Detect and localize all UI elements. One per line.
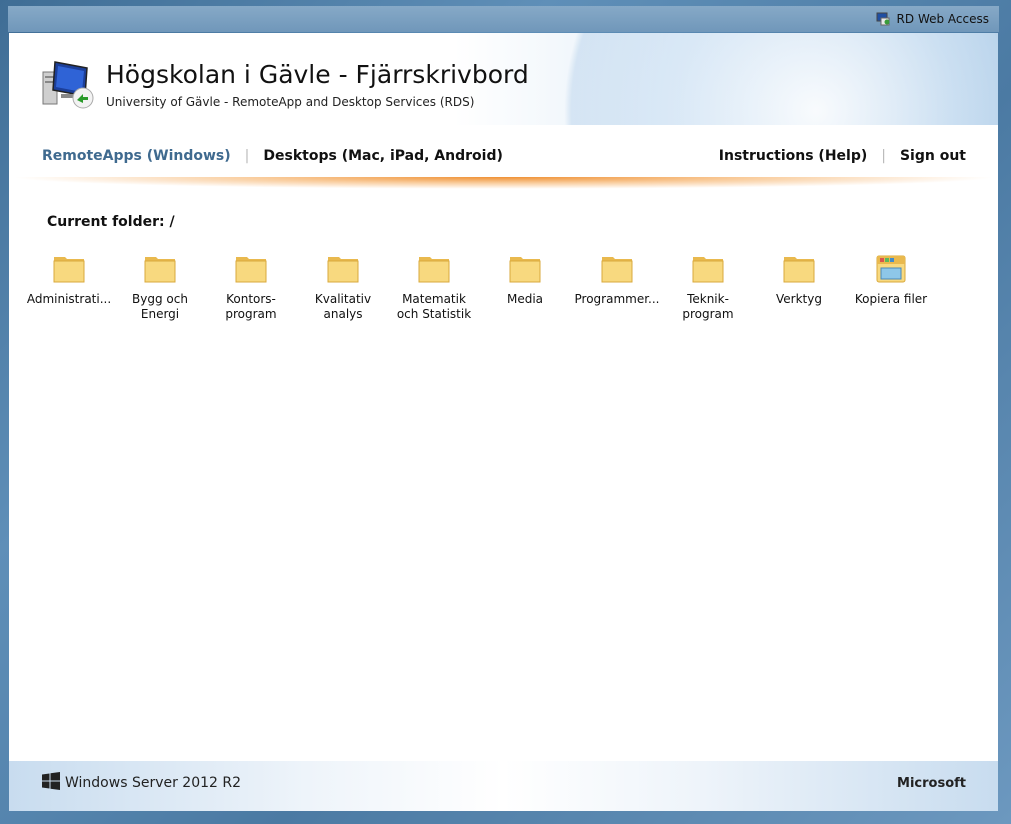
folder-label: Bygg och <box>132 292 188 306</box>
app-label: Kopiera filer <box>854 292 928 306</box>
sign-out-link[interactable]: Sign out <box>900 148 966 164</box>
folder-label: Administrati... <box>26 292 112 306</box>
microsoft-logo: Microsoft <box>897 776 966 791</box>
folder-item-teknik[interactable]: Teknik- program <box>663 252 753 322</box>
footer: Windows Server 2012 R2 Microsoft <box>9 761 998 811</box>
folder-item-matematik[interactable]: Matematik och Statistik <box>389 252 479 322</box>
main-window: Högskolan i Gävle - Fjärrskrivbord Unive… <box>9 33 998 811</box>
folder-label: Verktyg <box>776 292 822 306</box>
folder-label: analys <box>323 307 363 321</box>
nav-separator: | <box>881 148 886 164</box>
app-item-kopiera-filer[interactable]: Kopiera filer <box>846 252 936 307</box>
folder-label: program <box>682 307 734 321</box>
current-folder-label: Current folder: / <box>47 214 175 230</box>
folder-icon <box>601 252 633 284</box>
nav-left: RemoteApps (Windows) | Desktops (Mac, iPad… <box>42 148 503 164</box>
folder-label: och Statistik <box>396 307 472 321</box>
folder-label: program <box>225 307 277 321</box>
folder-icon <box>53 252 85 284</box>
page-title: Högskolan i Gävle - Fjärrskrivbord <box>106 60 529 89</box>
remote-desktop-icon <box>41 58 97 110</box>
windows-server-text: Windows Server 2012 R2 <box>65 775 242 791</box>
rd-web-access-label: RD Web Access <box>876 12 989 26</box>
tab-remoteapps[interactable]: RemoteApps (Windows) <box>42 148 231 164</box>
nav-separator: | <box>244 148 250 164</box>
folder-icon <box>418 252 450 284</box>
folder-label: Matematik <box>402 292 466 306</box>
folder-item-kvalitativ[interactable]: Kvalitativ analys <box>298 252 388 322</box>
folder-label: Teknik- <box>687 292 729 306</box>
instructions-link[interactable]: Instructions (Help) <box>719 148 867 164</box>
folder-icon <box>783 252 815 284</box>
folder-item-media[interactable]: Media <box>480 252 570 307</box>
folder-item-programmering[interactable]: Programmer... <box>572 252 662 307</box>
folder-label: Programmer... <box>574 292 660 306</box>
top-bar: RD Web Access <box>8 6 999 32</box>
folder-icon <box>144 252 176 284</box>
page-subtitle: University of Gävle - RemoteApp and Desk… <box>106 95 475 109</box>
folder-label: Energi <box>140 307 180 321</box>
folder-grid: Administrati... Bygg och Energi Kontors-… <box>17 252 957 342</box>
folder-icon <box>327 252 359 284</box>
folder-item-administration[interactable]: Administrati... <box>24 252 114 307</box>
folder-item-verktyg[interactable]: Verktyg <box>754 252 844 307</box>
explorer-app-icon <box>875 252 907 284</box>
folder-item-kontors[interactable]: Kontors- program <box>206 252 296 322</box>
header: Högskolan i Gävle - Fjärrskrivbord Unive… <box>9 33 998 125</box>
folder-label: Kontors- <box>226 292 276 306</box>
folder-item-bygg[interactable]: Bygg och Energi <box>115 252 205 322</box>
tab-desktops[interactable]: Desktops (Mac, iPad, Android) <box>263 148 502 164</box>
nav-right: Instructions (Help) | Sign out <box>719 148 966 164</box>
globe-decoration <box>528 33 998 125</box>
folder-label: Media <box>506 292 544 306</box>
orange-divider <box>9 177 998 189</box>
windows-server-logo: Windows Server 2012 R2 <box>42 772 241 794</box>
folder-icon <box>509 252 541 284</box>
rd-web-access-text: RD Web Access <box>896 12 989 26</box>
rd-web-access-icon <box>876 12 892 26</box>
folder-icon <box>692 252 724 284</box>
folder-label: Kvalitativ <box>314 292 372 306</box>
windows-logo-icon <box>42 772 60 794</box>
folder-icon <box>235 252 267 284</box>
